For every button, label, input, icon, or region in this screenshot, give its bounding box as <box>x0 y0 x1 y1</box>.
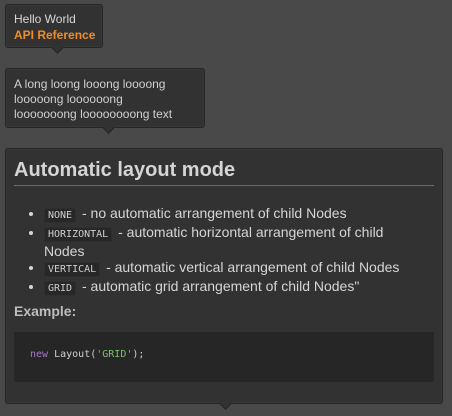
heading-divider <box>14 185 434 186</box>
tooltip-basic: Hello World API Reference <box>5 4 103 54</box>
tooltip-line: looooong loooooong <box>14 92 123 106</box>
list-item-text: - automatic grid arrangement of child No… <box>81 278 360 294</box>
tooltip-heading: Automatic layout mode <box>14 159 236 181</box>
example-label: Example: <box>14 303 77 319</box>
code-token: VERTICAL <box>44 262 101 277</box>
list-item: NONE - no automatic arrangement of child… <box>44 205 414 224</box>
code-line: new Layout('GRID'); <box>30 349 144 360</box>
tooltip-title: Hello World <box>14 12 76 26</box>
code-token: HORIZONTAL <box>44 227 113 242</box>
tooltip-line: looooooong loooooooong text <box>14 107 173 121</box>
list-item: GRID - automatic grid arrangement of chi… <box>44 278 414 297</box>
list-item: VERTICAL - automatic vertical arrangemen… <box>44 259 414 278</box>
tooltip-body: A long loong looong loooong looooong loo… <box>14 77 200 122</box>
tooltip-arrow <box>51 41 64 54</box>
code-token: NONE <box>44 208 77 223</box>
code-token: GRID <box>44 281 77 296</box>
tooltip-link[interactable]: API Reference <box>14 28 95 42</box>
code-close: ); <box>132 349 145 360</box>
tooltip-wrapped-text: A long loong looong loooong looooong loo… <box>5 68 205 134</box>
tooltip-arrow <box>219 397 232 410</box>
list-item: HORIZONTAL - automatic horizontal arrang… <box>44 224 414 259</box>
code-block: new Layout('GRID'); <box>14 332 434 382</box>
layout-mode-list: NONE - no automatic arrangement of child… <box>16 205 414 297</box>
code-keyword: new <box>30 349 49 360</box>
list-item-text: - no automatic arrangement of child Node… <box>81 205 347 221</box>
code-call: Layout( <box>54 349 97 360</box>
tooltip-arrow <box>102 121 115 134</box>
tooltip-rich: Automatic layout mode NONE - no automati… <box>5 148 443 410</box>
tooltip-line: A long loong looong loooong <box>14 77 166 91</box>
list-item-text: - automatic vertical arrangement of chil… <box>106 259 400 275</box>
code-string: 'GRID' <box>96 349 133 360</box>
